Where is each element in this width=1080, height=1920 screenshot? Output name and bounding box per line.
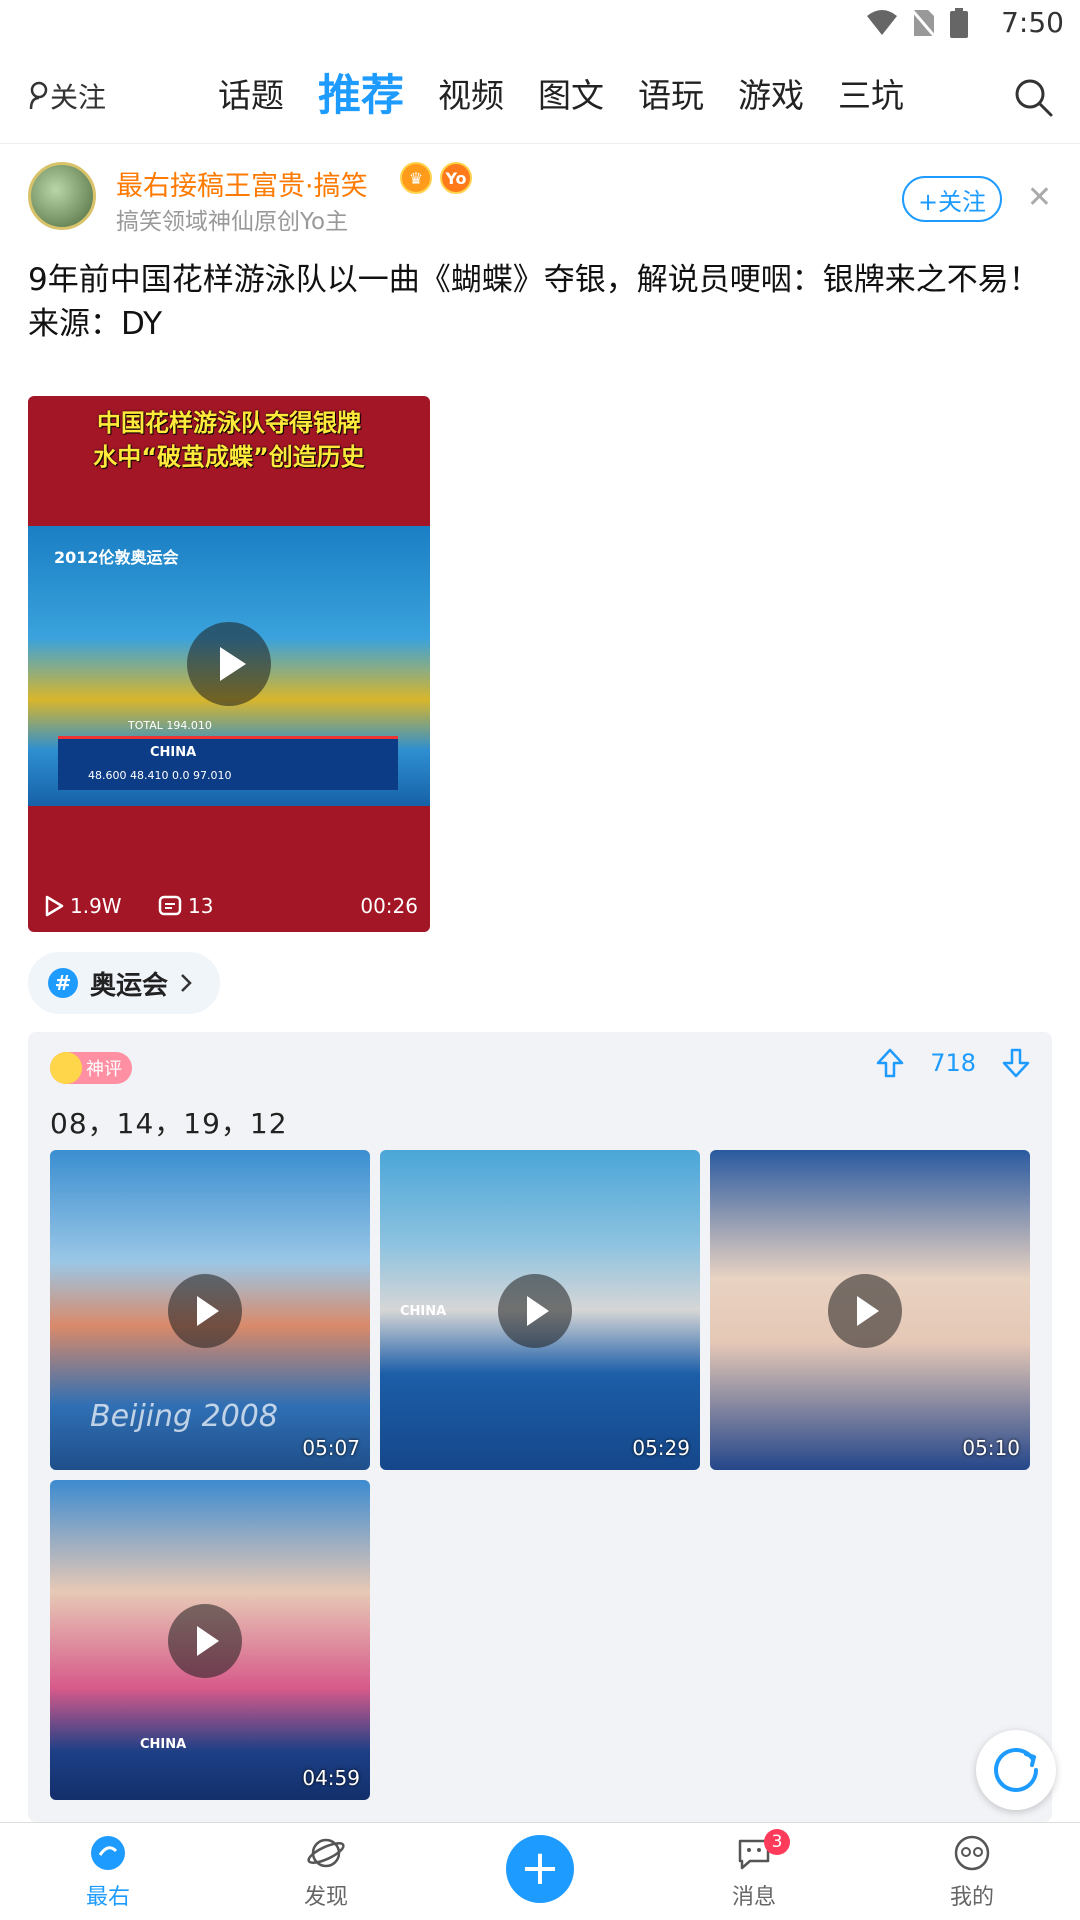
play-icon[interactable] <box>168 1274 242 1348</box>
upvote-icon[interactable] <box>876 1048 904 1078</box>
score-total: TOTAL 194.010 <box>128 719 212 732</box>
video-caption: CHINA <box>400 1304 447 1319</box>
topic-chip[interactable]: # 奥运会 <box>28 952 221 1014</box>
author-subtitle: 搞笑领域神仙原创Yo主 <box>116 209 349 235</box>
post-text-line: 9年前中国花样游泳队以一曲《蝴蝶》夺银，解说员哽咽：银牌来之不易！ <box>28 262 1040 298</box>
god-comment-label: 神评 <box>86 1059 122 1080</box>
bottom-nav-messages[interactable]: 3 消息 <box>694 1829 814 1911</box>
video-event-label: 2012伦敦奥运会 <box>54 548 179 567</box>
bottom-nav-label: 我的 <box>949 1885 994 1910</box>
video-caption: Beijing 2008 <box>90 1399 278 1434</box>
author-row: 最右接稿王富贵·搞笑 ♛ Yo 搞笑领域神仙原创Yo主 +关注 ✕ <box>0 148 1080 258</box>
bottom-nav: 最右 发现 + 3 消息 我的 <box>0 1822 1080 1920</box>
follow-user-icon <box>29 81 48 110</box>
status-time: 7:50 <box>1001 6 1064 39</box>
topic-label: 奥运会 <box>90 970 169 1001</box>
publish-button[interactable]: + <box>506 1835 574 1903</box>
tab-voice-play[interactable]: 语玩 <box>638 66 704 126</box>
author-name[interactable]: 最右接稿王富贵·搞笑 <box>116 164 368 203</box>
comment-count-value: 13 <box>188 894 214 918</box>
play-icon[interactable] <box>168 1604 242 1678</box>
bottom-nav-discover[interactable]: 发现 <box>266 1829 386 1911</box>
comment-text: 08，14，19，12 <box>50 1107 288 1140</box>
bottom-nav-label: 消息 <box>731 1885 776 1910</box>
video-stats: 1.9W 13 00:26 <box>28 888 430 924</box>
hashtag-icon: # <box>48 968 78 998</box>
profile-glasses-icon <box>954 1835 990 1871</box>
play-icon[interactable] <box>187 622 271 706</box>
score-values: 48.600 48.410 0.0 97.010 <box>88 769 232 782</box>
comment-video-4[interactable]: CHINA 04:59 <box>50 1480 370 1800</box>
home-logo-icon <box>91 1836 125 1870</box>
god-comment-tag: 神评 <box>50 1052 132 1084</box>
smile-face-icon <box>50 1052 82 1084</box>
battery-icon <box>950 8 968 38</box>
main-video[interactable]: 中国花样游泳队夺得银牌 水中“破茧成蝶”创造历史 2012伦敦奥运会 TOTAL… <box>28 396 430 932</box>
top-nav: 关注 话题 推荐 视频 图文 语玩 游戏 三坑 <box>0 52 1080 144</box>
refresh-icon <box>994 1748 1038 1792</box>
tab-games[interactable]: 游戏 <box>738 66 804 126</box>
no-sim-icon <box>912 9 936 38</box>
crown-badge-icon: ♛ <box>400 162 432 194</box>
comment-video-2[interactable]: CHINA 05:29 <box>380 1150 700 1470</box>
play-icon[interactable] <box>828 1274 902 1348</box>
video-overlay-title-line2: 水中“破茧成蝶”创造历史 <box>93 443 365 471</box>
video-duration: 04:59 <box>302 1766 360 1790</box>
post-text[interactable]: 9年前中国花样游泳队以一曲《蝴蝶》夺银，解说员哽咽：银牌来之不易！ 来源：DY <box>0 258 1080 346</box>
bottom-nav-me[interactable]: 我的 <box>912 1829 1032 1911</box>
play-icon[interactable] <box>498 1274 572 1348</box>
bottom-nav-home[interactable]: 最右 <box>48 1829 168 1911</box>
bottom-nav-label: 发现 <box>303 1885 348 1910</box>
video-caption: CHINA <box>140 1737 187 1752</box>
top-comment[interactable]: 神评 718 08，14，19，12 Beijing 2008 05:07 CH… <box>28 1032 1052 1822</box>
author-badges: ♛ Yo <box>400 162 472 194</box>
play-count-icon <box>45 895 64 917</box>
score-country: CHINA <box>150 745 197 760</box>
avatar[interactable] <box>28 162 96 230</box>
search-icon[interactable] <box>1012 76 1054 118</box>
tab-image-text[interactable]: 图文 <box>538 66 604 126</box>
tab-video[interactable]: 视频 <box>438 66 504 126</box>
planet-icon <box>307 1838 345 1868</box>
like-count: 718 <box>930 1049 976 1077</box>
post-card: 最右接稿王富贵·搞笑 ♛ Yo 搞笑领域神仙原创Yo主 +关注 ✕ 9年前中国花… <box>0 148 1080 1822</box>
follow-button[interactable]: +关注 <box>902 176 1002 222</box>
follow-feed-link[interactable]: 关注 <box>28 76 106 116</box>
follow-feed-label: 关注 <box>50 81 107 114</box>
comment-votes: 718 <box>876 1048 1030 1078</box>
nav-tabs: 话题 推荐 视频 图文 语玩 游戏 三坑 <box>218 66 938 126</box>
comment-video-3[interactable]: 05:10 <box>710 1150 1030 1470</box>
bottom-nav-label: 最右 <box>85 1885 130 1910</box>
wifi-icon <box>867 10 897 35</box>
video-overlay-title: 中国花样游泳队夺得银牌 水中“破茧成蝶”创造历史 <box>28 406 430 474</box>
video-duration: 05:29 <box>632 1436 690 1460</box>
yo-badge-icon: Yo <box>440 162 472 194</box>
video-overlay-title-line1: 中国花样游泳队夺得银牌 <box>97 409 361 437</box>
video-duration: 05:10 <box>962 1436 1020 1460</box>
video-duration: 00:26 <box>360 894 418 918</box>
refresh-button[interactable] <box>976 1730 1056 1810</box>
comment-count-icon <box>158 895 182 916</box>
message-badge: 3 <box>764 1829 790 1855</box>
play-count-value: 1.9W <box>70 894 122 918</box>
play-count: 1.9W <box>44 894 122 918</box>
tab-recommend[interactable]: 推荐 <box>318 66 404 126</box>
video-duration: 05:07 <box>302 1436 360 1460</box>
status-icons <box>866 8 968 38</box>
close-icon[interactable]: ✕ <box>1027 182 1052 214</box>
status-bar: 7:50 <box>0 0 1080 48</box>
tab-sankeng[interactable]: 三坑 <box>838 66 904 126</box>
tab-topics[interactable]: 话题 <box>218 66 284 126</box>
chevron-right-icon <box>181 974 192 992</box>
post-source: 来源：DY <box>28 306 163 342</box>
comment-count: 13 <box>158 894 213 918</box>
comment-video-1[interactable]: Beijing 2008 05:07 <box>50 1150 370 1470</box>
downvote-icon[interactable] <box>1002 1048 1030 1078</box>
video-scoreboard: TOTAL 194.010 CHINA 48.600 48.410 0.0 97… <box>58 719 398 790</box>
